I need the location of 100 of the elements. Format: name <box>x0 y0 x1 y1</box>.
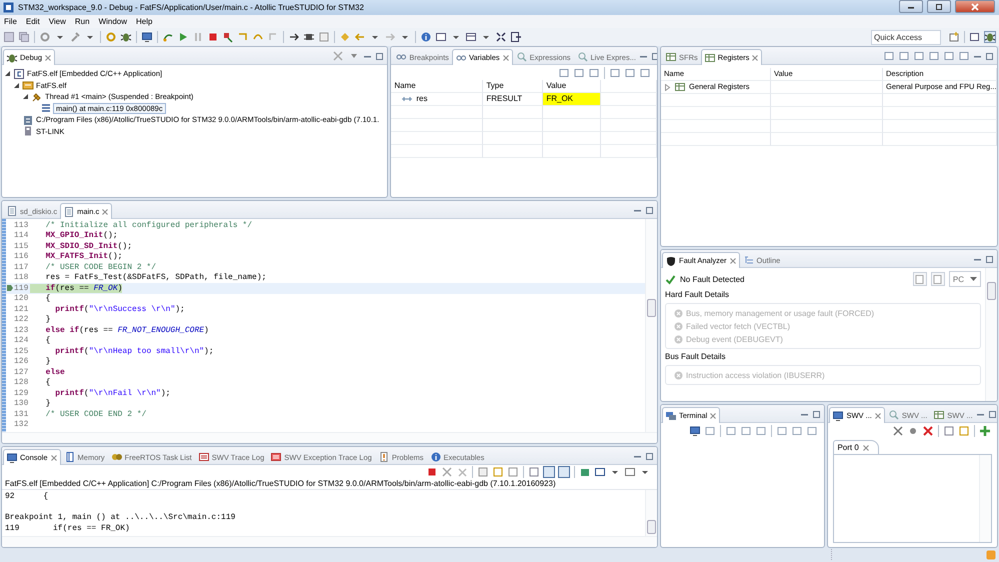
maximize-icon[interactable] <box>645 452 654 460</box>
code-line: /* Initialize all configured peripherals */ <box>44 220 252 230</box>
close-icon[interactable] <box>874 412 882 420</box>
column-header[interactable]: Name <box>391 80 484 93</box>
close-button[interactable] <box>955 0 995 13</box>
step-into-icon[interactable] <box>237 31 249 43</box>
disconnect-icon[interactable] <box>222 31 234 43</box>
menu-item[interactable]: View <box>44 17 70 26</box>
maximize-icon[interactable] <box>645 206 654 214</box>
table-cell <box>601 119 657 132</box>
terminate-icon[interactable] <box>426 466 438 478</box>
table-icon <box>704 52 716 64</box>
quick-access-field[interactable]: Quick Access <box>871 30 941 44</box>
monitor-icon[interactable] <box>689 424 702 436</box>
add-icon[interactable] <box>979 424 991 436</box>
thread-icon <box>31 90 43 103</box>
table-cell <box>601 93 657 106</box>
table-cell <box>483 106 544 119</box>
line-number: 114 <box>14 231 30 240</box>
maximize-icon[interactable] <box>812 410 822 418</box>
maximize-icon[interactable] <box>375 52 384 60</box>
close-icon[interactable] <box>502 54 510 62</box>
book-icon <box>64 451 76 463</box>
expand-arrow-icon[interactable] <box>22 93 29 100</box>
save-all-icon[interactable] <box>18 31 30 43</box>
line-number: 118 <box>14 273 30 282</box>
monitor-icon <box>6 452 18 464</box>
scrollbar[interactable] <box>2 432 657 443</box>
close-icon[interactable] <box>709 412 718 420</box>
notification-icon[interactable] <box>986 550 996 560</box>
maximize-icon[interactable] <box>985 52 994 60</box>
app-icon <box>3 2 14 13</box>
report-button[interactable] <box>930 272 945 286</box>
scrollbar[interactable] <box>985 268 997 401</box>
table-cell <box>483 145 544 158</box>
code-line: printf("\r\nFail \r\n"); <box>54 388 170 398</box>
close-icon[interactable] <box>728 256 737 264</box>
line-number: 113 <box>14 220 30 230</box>
menu-item[interactable]: Run <box>70 17 94 26</box>
scrollbar[interactable] <box>645 490 657 536</box>
scrollbar[interactable] <box>2 536 657 547</box>
menu-item[interactable]: Help <box>132 17 156 26</box>
close-icon[interactable] <box>751 54 760 62</box>
close-icon[interactable] <box>50 454 58 462</box>
code-line: /* USER CODE END 2 */ <box>44 410 146 419</box>
table-cell <box>483 119 544 132</box>
expand-arrow-icon[interactable] <box>13 82 20 89</box>
port-tab[interactable]: Port 0 <box>833 440 879 454</box>
maximize-icon[interactable] <box>985 254 994 264</box>
bug-icon[interactable] <box>984 31 996 43</box>
outline-icon <box>742 254 755 266</box>
code-line: } <box>44 315 50 324</box>
stack-frame-icon <box>40 102 52 114</box>
register-select[interactable]: PC <box>948 271 981 287</box>
report-button[interactable] <box>912 272 927 286</box>
line-number: 120 <box>14 294 30 304</box>
expand-arrow-icon[interactable] <box>4 70 11 78</box>
target-icon <box>22 125 34 138</box>
caret-icon <box>970 276 977 282</box>
annotation-icon[interactable] <box>339 31 351 43</box>
group-title: Hard Fault Details <box>665 290 730 301</box>
line-number: 121 <box>14 304 30 314</box>
monitor-icon[interactable] <box>141 31 153 43</box>
scrollbar[interactable] <box>979 455 991 542</box>
perspective-icon[interactable] <box>948 31 960 43</box>
column-header[interactable]: Type <box>483 80 544 93</box>
close-icon[interactable] <box>862 444 870 452</box>
table-icon <box>665 51 677 63</box>
fault-item: Debug event (DEBUGEVT) <box>686 334 783 344</box>
code-line: else if(res == FR_NOT_ENOUGH_CORE) <box>44 326 209 335</box>
arrow-icon[interactable] <box>288 31 300 43</box>
bug-icon[interactable] <box>120 31 132 43</box>
expand-icon[interactable] <box>495 31 507 43</box>
remove-all-icon[interactable] <box>456 466 468 478</box>
stop-icon[interactable] <box>207 31 219 43</box>
magnifier-icon <box>888 409 900 421</box>
menu-item[interactable]: File <box>0 17 21 26</box>
process-icon <box>22 114 34 126</box>
code-line: { <box>44 294 50 304</box>
line-number: 129 <box>14 388 30 398</box>
exit-icon[interactable] <box>510 31 522 43</box>
info-icon[interactable] <box>420 31 432 43</box>
tools-icon[interactable] <box>892 424 904 436</box>
scrollbar[interactable] <box>645 219 657 432</box>
info-icon <box>430 451 442 463</box>
menu-item[interactable]: Window <box>94 17 132 26</box>
play-icon[interactable] <box>177 31 189 43</box>
code-line: res = FatFs_Test(&SDFatFS, SDPath, file_name); <box>44 273 266 282</box>
delete-icon[interactable] <box>922 424 934 436</box>
close-icon[interactable] <box>101 208 110 216</box>
maximize-icon[interactable] <box>988 410 997 418</box>
minimize-button[interactable] <box>899 0 923 13</box>
menu-item[interactable]: Edit <box>22 17 44 26</box>
close-icon[interactable] <box>44 54 52 62</box>
line-number: 119 <box>14 284 30 293</box>
restore-button[interactable] <box>927 0 951 13</box>
check-icon <box>665 274 676 284</box>
magnifier-icon <box>576 51 589 63</box>
maximize-icon[interactable] <box>650 52 657 60</box>
chip-icon[interactable] <box>303 31 315 43</box>
